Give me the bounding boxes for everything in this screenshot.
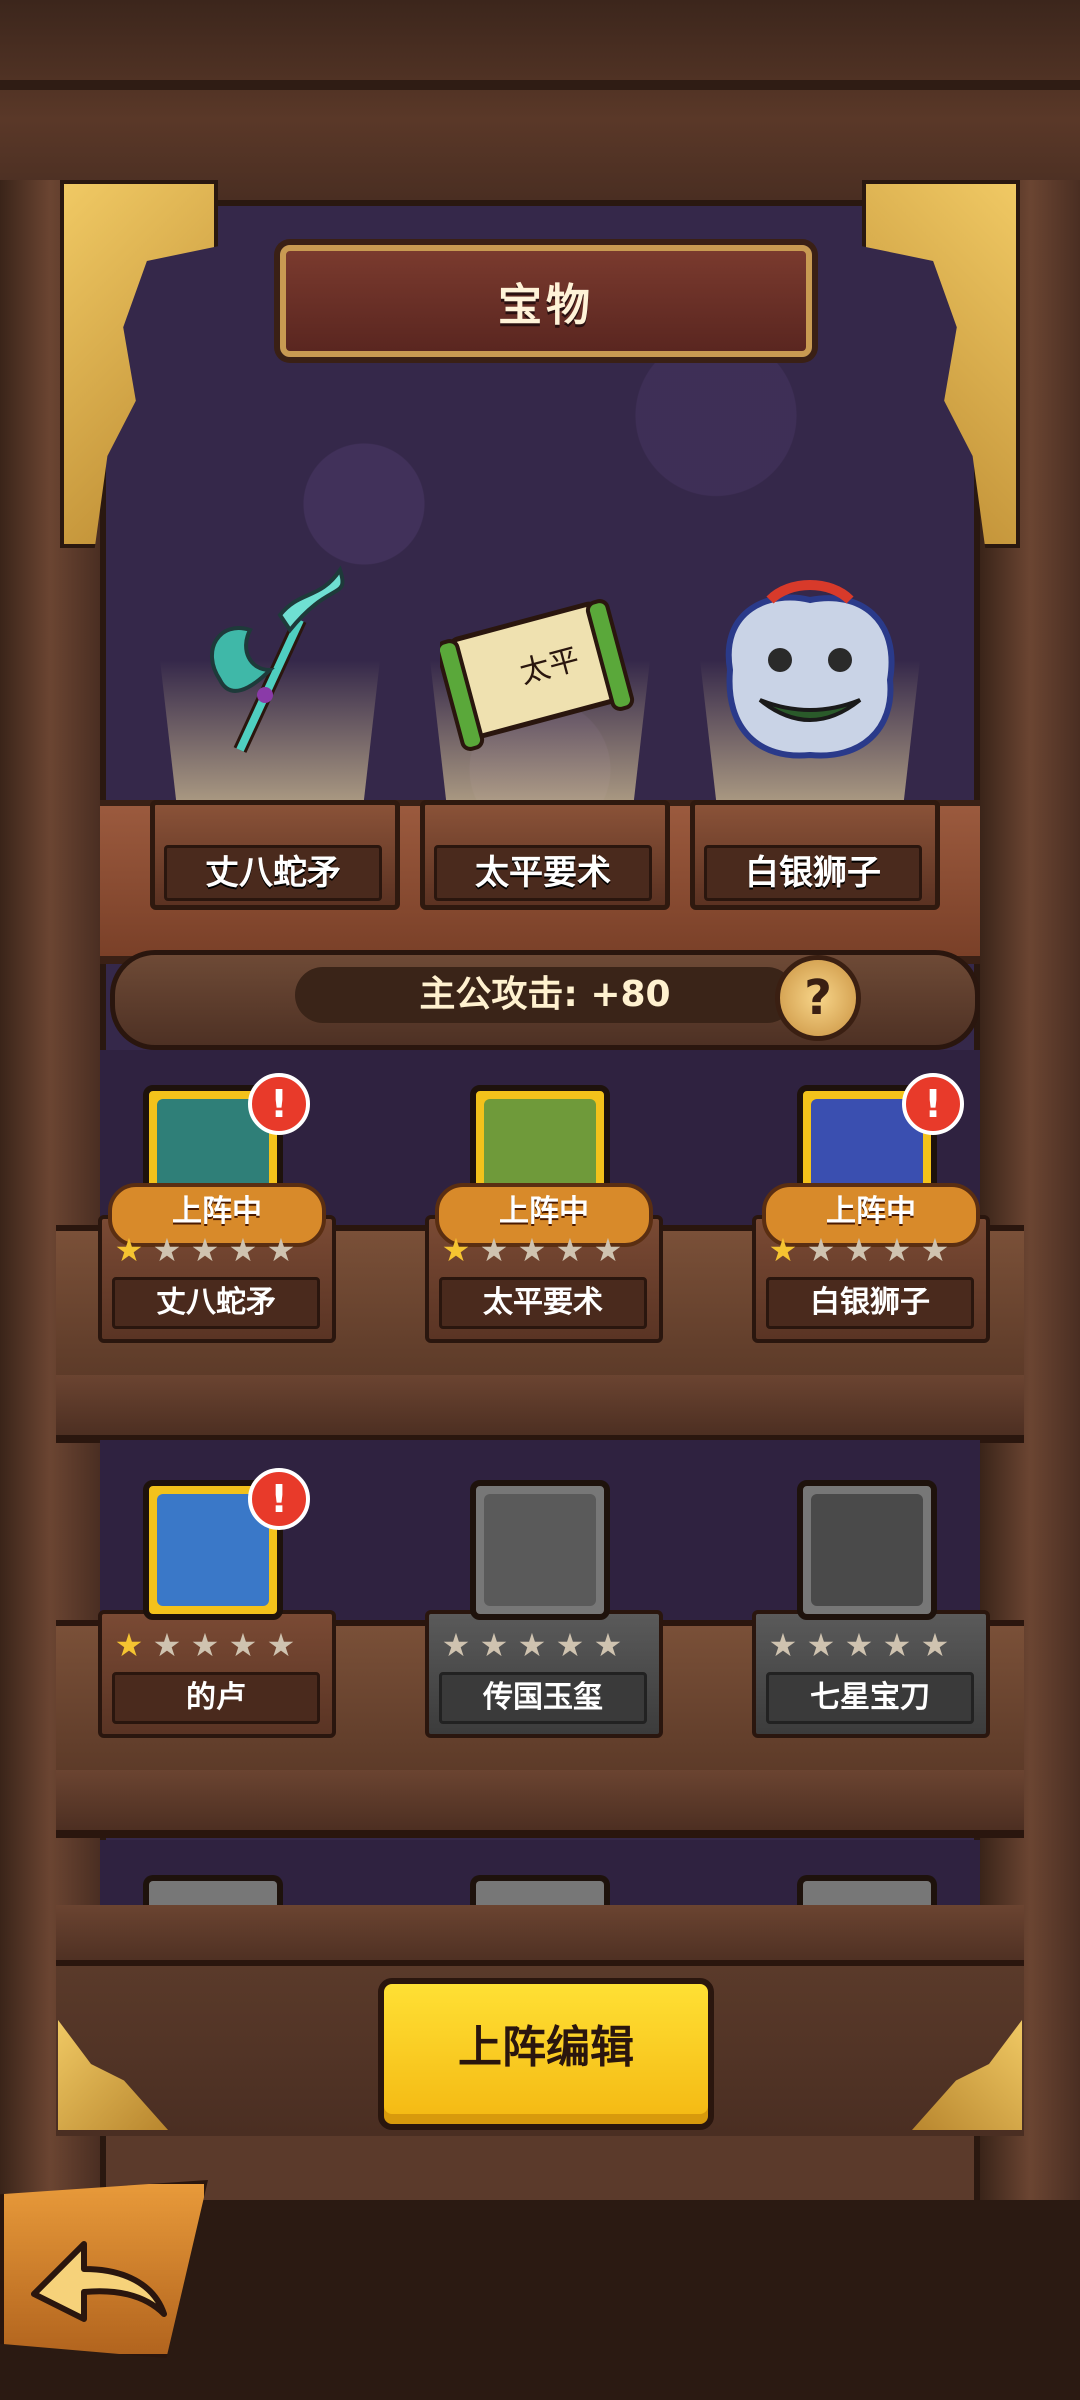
star-icon: ★ [844, 1231, 874, 1269]
jade-seal-icon [470, 1480, 610, 1620]
star-icon: ★ [479, 1626, 509, 1664]
lineup-edit-button[interactable]: 上阵编辑 [378, 1978, 714, 2130]
star-icon: ★ [228, 1231, 258, 1269]
lord-attack-stat: 主公攻击: +80 [419, 974, 671, 1015]
star-icon: ★ [593, 1626, 623, 1664]
shelf-front [56, 1375, 1024, 1443]
star-icon: ★ [190, 1231, 220, 1269]
alert-icon: ! [248, 1468, 310, 1530]
featured-item[interactable]: 太平 太平要术 [420, 560, 670, 910]
star-rating: ★ ★ ★ ★ ★ [112, 1233, 312, 1267]
treasure-name: 的卢 [112, 1672, 320, 1724]
title-plate: 宝物 [280, 245, 812, 357]
star-icon: ★ [114, 1626, 144, 1664]
star-icon: ★ [768, 1626, 798, 1664]
star-icon: ★ [882, 1626, 912, 1664]
star-icon: ★ [555, 1231, 585, 1269]
treasure-slot[interactable]: ! ★ ★ ★ ★ ★ 的卢 [98, 1468, 336, 1738]
star-icon: ★ [266, 1626, 296, 1664]
silver-lion-icon [725, 580, 895, 759]
help-button[interactable]: ? [775, 955, 861, 1041]
star-icon: ★ [228, 1626, 258, 1664]
star-icon: ★ [806, 1626, 836, 1664]
star-rating: ★ ★ ★ ★ ★ [439, 1233, 639, 1267]
treasure-slot[interactable]: 上阵中 ! ★ ★ ★ ★ ★ 丈八蛇矛 [98, 1073, 336, 1343]
treasure-slot[interactable]: ★ ★ ★ ★ ★ 传国玉玺 [425, 1480, 663, 1738]
treasure-name: 丈八蛇矛 [112, 1277, 320, 1329]
star-icon: ★ [266, 1231, 296, 1269]
star-icon: ★ [555, 1626, 585, 1664]
star-rating: ★ ★ ★ ★ ★ [112, 1628, 312, 1662]
star-icon: ★ [441, 1231, 471, 1269]
featured-label: 丈八蛇矛 [164, 845, 382, 901]
star-icon: ★ [190, 1626, 220, 1664]
serpent-spear-icon [209, 565, 345, 753]
page-title: 宝物 [498, 280, 594, 331]
treasure-slot[interactable]: 上阵中 ★ ★ ★ ★ ★ 太平要术 [425, 1085, 663, 1343]
top-beam [0, 0, 1080, 206]
scroll-icon: 太平 [440, 599, 635, 751]
featured-label: 白银狮子 [704, 845, 922, 901]
star-icon: ★ [882, 1231, 912, 1269]
star-icon: ★ [114, 1231, 144, 1269]
star-icon: ★ [920, 1626, 950, 1664]
treasure-slot[interactable]: ★ ★ ★ ★ ★ 七星宝刀 [752, 1480, 990, 1738]
treasure-name: 传国玉玺 [439, 1672, 647, 1724]
star-rating: ★ ★ ★ ★ ★ [766, 1628, 966, 1662]
star-icon: ★ [152, 1626, 182, 1664]
alert-icon: ! [248, 1073, 310, 1135]
star-icon: ★ [517, 1626, 547, 1664]
star-icon: ★ [441, 1626, 471, 1664]
star-icon: ★ [517, 1231, 547, 1269]
star-icon: ★ [844, 1626, 874, 1664]
star-icon: ★ [768, 1231, 798, 1269]
stat-inner: 主公攻击: +80 [295, 967, 795, 1023]
star-icon: ★ [479, 1231, 509, 1269]
star-icon: ★ [593, 1231, 623, 1269]
shelf-front [56, 1770, 1024, 1838]
star-icon: ★ [920, 1231, 950, 1269]
seven-star-sword-icon [797, 1480, 937, 1620]
featured-item[interactable]: 丈八蛇矛 [150, 560, 400, 910]
featured-label: 太平要术 [434, 845, 652, 901]
star-rating: ★ ★ ★ ★ ★ [766, 1233, 966, 1267]
alert-icon: ! [902, 1073, 964, 1135]
star-icon: ★ [152, 1231, 182, 1269]
star-icon: ★ [806, 1231, 836, 1269]
treasure-name: 七星宝刀 [766, 1672, 974, 1724]
treasure-name: 白银狮子 [766, 1277, 974, 1329]
star-rating: ★ ★ ★ ★ ★ [439, 1628, 639, 1662]
featured-item[interactable]: 白银狮子 [690, 560, 940, 910]
treasure-slot[interactable]: 上阵中 ! ★ ★ ★ ★ ★ 白银狮子 [752, 1073, 990, 1343]
treasure-name: 太平要术 [439, 1277, 647, 1329]
